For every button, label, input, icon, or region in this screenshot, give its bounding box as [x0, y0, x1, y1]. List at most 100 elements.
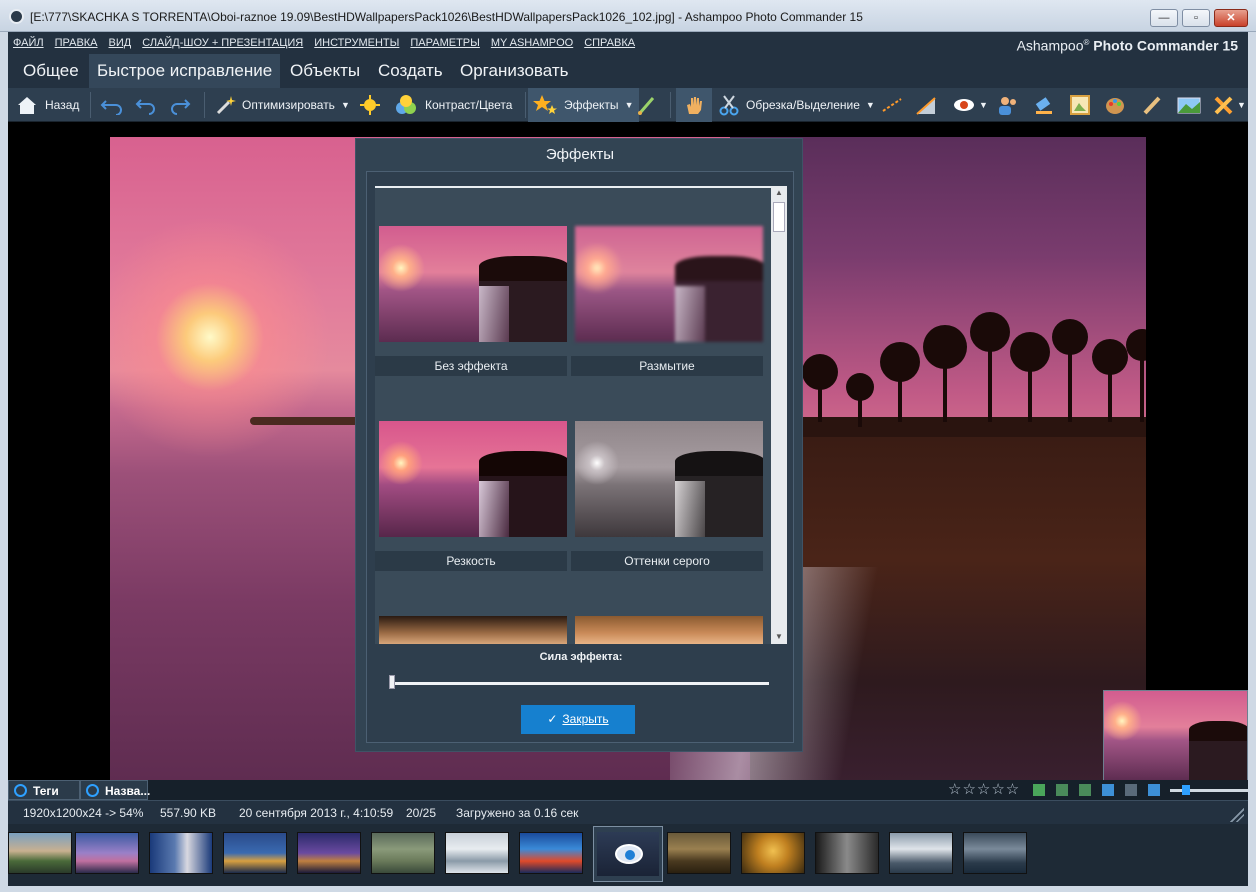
brightness-button[interactable]	[358, 88, 380, 122]
landscape-button[interactable]	[1176, 88, 1202, 122]
menu-help[interactable]: СПРАВКА	[579, 32, 641, 54]
straighten-button[interactable]	[880, 88, 904, 122]
navigator-preview[interactable]	[1103, 690, 1248, 782]
rating-stars[interactable]: ☆☆☆☆☆	[948, 780, 1020, 800]
tab-objects[interactable]: Объекты	[282, 54, 368, 88]
tab-organize[interactable]: Организовать	[452, 54, 576, 88]
retouch-button[interactable]	[1140, 88, 1164, 122]
paint-brush-icon	[638, 97, 655, 115]
scroll-up-arrow-icon[interactable]: ▲	[771, 186, 787, 200]
app-window: [E:\777\SKACHKA S TORRENTA\Oboi-raznoe 1…	[0, 0, 1256, 892]
menu-tools[interactable]: ИНСТРУМЕНТЫ	[309, 32, 405, 54]
filmstrip-thumbnail[interactable]	[371, 832, 435, 874]
chevron-down-icon: ▼	[1237, 100, 1246, 110]
scroll-down-arrow-icon[interactable]: ▼	[771, 630, 787, 644]
effects-button[interactable]: Эффекты ▼	[528, 88, 640, 122]
effect-label: Оттенки серого	[571, 551, 763, 571]
tags-tab-label: Теги	[33, 784, 59, 798]
toolbar-separator	[525, 92, 526, 118]
effects-gallery[interactable]: Без эффекта Размытие Резкость Оттенки се…	[375, 186, 787, 644]
resize-grip-icon[interactable]	[1230, 808, 1244, 822]
contrast-colors-button[interactable]: Контраст/Цвета	[394, 88, 512, 122]
dialog-title: Эффекты	[545, 146, 615, 163]
effect-strength-slider[interactable]	[395, 682, 769, 685]
perspective-button[interactable]	[914, 88, 938, 122]
filmstrip-thumbnail[interactable]	[445, 832, 509, 874]
frame-button[interactable]	[1068, 88, 1092, 122]
filmstrip-thumbnail[interactable]	[815, 832, 879, 874]
app-icon[interactable]	[9, 9, 24, 24]
tab-create[interactable]: Создать	[370, 54, 451, 88]
title-bar: [E:\777\SKACHKA S TORRENTA\Oboi-raznoe 1…	[0, 0, 1256, 32]
fit-icon[interactable]	[1148, 784, 1160, 796]
view-icon[interactable]	[1033, 784, 1045, 796]
tags-tab[interactable]: Теги	[8, 780, 80, 800]
view-icon[interactable]	[1102, 784, 1114, 796]
effect-strength-slider-knob[interactable]	[389, 675, 395, 689]
filmstrip-thumbnail[interactable]	[149, 832, 213, 874]
menu-edit[interactable]: ПРАВКА	[50, 32, 104, 54]
tag-bar: Теги Назва... ☆☆☆☆☆	[8, 780, 1248, 800]
scrollbar-thumb[interactable]	[773, 202, 785, 232]
minimize-button[interactable]: —	[1150, 9, 1178, 27]
filmstrip-thumbnail[interactable]	[963, 832, 1027, 874]
more-tools-button[interactable]: ▼	[1212, 88, 1246, 122]
window-frame-left	[0, 32, 8, 892]
close-dialog-button[interactable]: ✓ Закрыть	[521, 705, 635, 734]
back-label: Назад	[45, 98, 80, 112]
checkmark-icon: ✓	[547, 712, 558, 726]
undo-all-icon	[100, 100, 122, 115]
gallery-scrollbar[interactable]: ▲ ▼	[771, 186, 787, 644]
effect-label: Резкость	[375, 551, 567, 571]
menu-view[interactable]: ВИД	[104, 32, 138, 54]
menu-slideshow[interactable]: СЛАЙД-ШОУ + ПРЕЗЕНТАЦИЯ	[137, 32, 309, 54]
undo-all-button[interactable]	[100, 88, 124, 122]
tab-general[interactable]: Общее	[15, 54, 87, 88]
filmstrip-thumbnail[interactable]	[297, 832, 361, 874]
maximize-button[interactable]: ▫	[1182, 9, 1210, 27]
menu-my-ashampoo[interactable]: MY ASHAMPOO	[486, 32, 579, 54]
effects-label: Эффекты	[564, 98, 619, 112]
brush-button[interactable]	[636, 88, 658, 122]
names-tab[interactable]: Назва...	[80, 780, 150, 800]
filmstrip-thumbnail[interactable]	[889, 832, 953, 874]
menu-bar: ФАЙЛ ПРАВКА ВИД СЛАЙД-ШОУ + ПРЕЗЕНТАЦИЯ …	[8, 32, 1248, 54]
redo-button[interactable]	[168, 88, 192, 122]
filmstrip-thumbnail-selected[interactable]	[593, 826, 663, 882]
filmstrip-thumbnail[interactable]	[223, 832, 287, 874]
undo-button[interactable]	[134, 88, 158, 122]
eraser-button[interactable]	[1032, 88, 1056, 122]
back-button[interactable]: Назад	[16, 88, 79, 122]
zoom-slider-knob[interactable]	[1182, 785, 1190, 795]
crop-selection-button[interactable]: Обрезка/Выделение ▼	[718, 88, 875, 122]
fullscreen-icon[interactable]	[1125, 784, 1137, 796]
filmstrip-thumbnail[interactable]	[667, 832, 731, 874]
effect-label: Размытие	[571, 356, 763, 376]
view-icon[interactable]	[1056, 784, 1068, 796]
filmstrip-thumbnail[interactable]	[75, 832, 139, 874]
chevron-down-icon: ▼	[624, 100, 634, 110]
people-icon	[999, 97, 1016, 115]
menu-file[interactable]: ФАЙЛ	[8, 32, 50, 54]
filmstrip-thumbnail[interactable]	[8, 832, 72, 874]
view-icon[interactable]	[1079, 784, 1091, 796]
paint-button[interactable]	[1104, 88, 1128, 122]
filmstrip-thumbnail[interactable]	[741, 832, 805, 874]
filmstrip-thumbnail[interactable]	[519, 832, 583, 874]
hand-icon	[687, 97, 702, 114]
tab-quick-fix[interactable]: Быстрое исправление	[89, 54, 281, 88]
palm-trees-silhouette	[750, 312, 1146, 457]
contrast-colors-label: Контраст/Цвета	[425, 98, 513, 112]
eye-icon	[615, 844, 643, 864]
optimize-button[interactable]: Оптимизировать ▼	[214, 88, 350, 122]
load-time: Загружено за 0.16 сек	[456, 806, 579, 820]
hand-tool-button[interactable]	[676, 88, 712, 122]
red-eye-button[interactable]: ▼	[952, 88, 988, 122]
dialog-body: Без эффекта Размытие Резкость Оттенки се…	[366, 171, 794, 743]
status-bar: 1920x1200x24 -> 54% 557.90 KB 20 сентябр…	[8, 800, 1248, 824]
window-frame-bottom	[0, 886, 1256, 892]
close-window-button[interactable]: ✕	[1214, 9, 1248, 27]
portrait-button[interactable]	[996, 88, 1020, 122]
redo-icon	[171, 99, 191, 115]
menu-options[interactable]: ПАРАМЕТРЫ	[405, 32, 485, 54]
